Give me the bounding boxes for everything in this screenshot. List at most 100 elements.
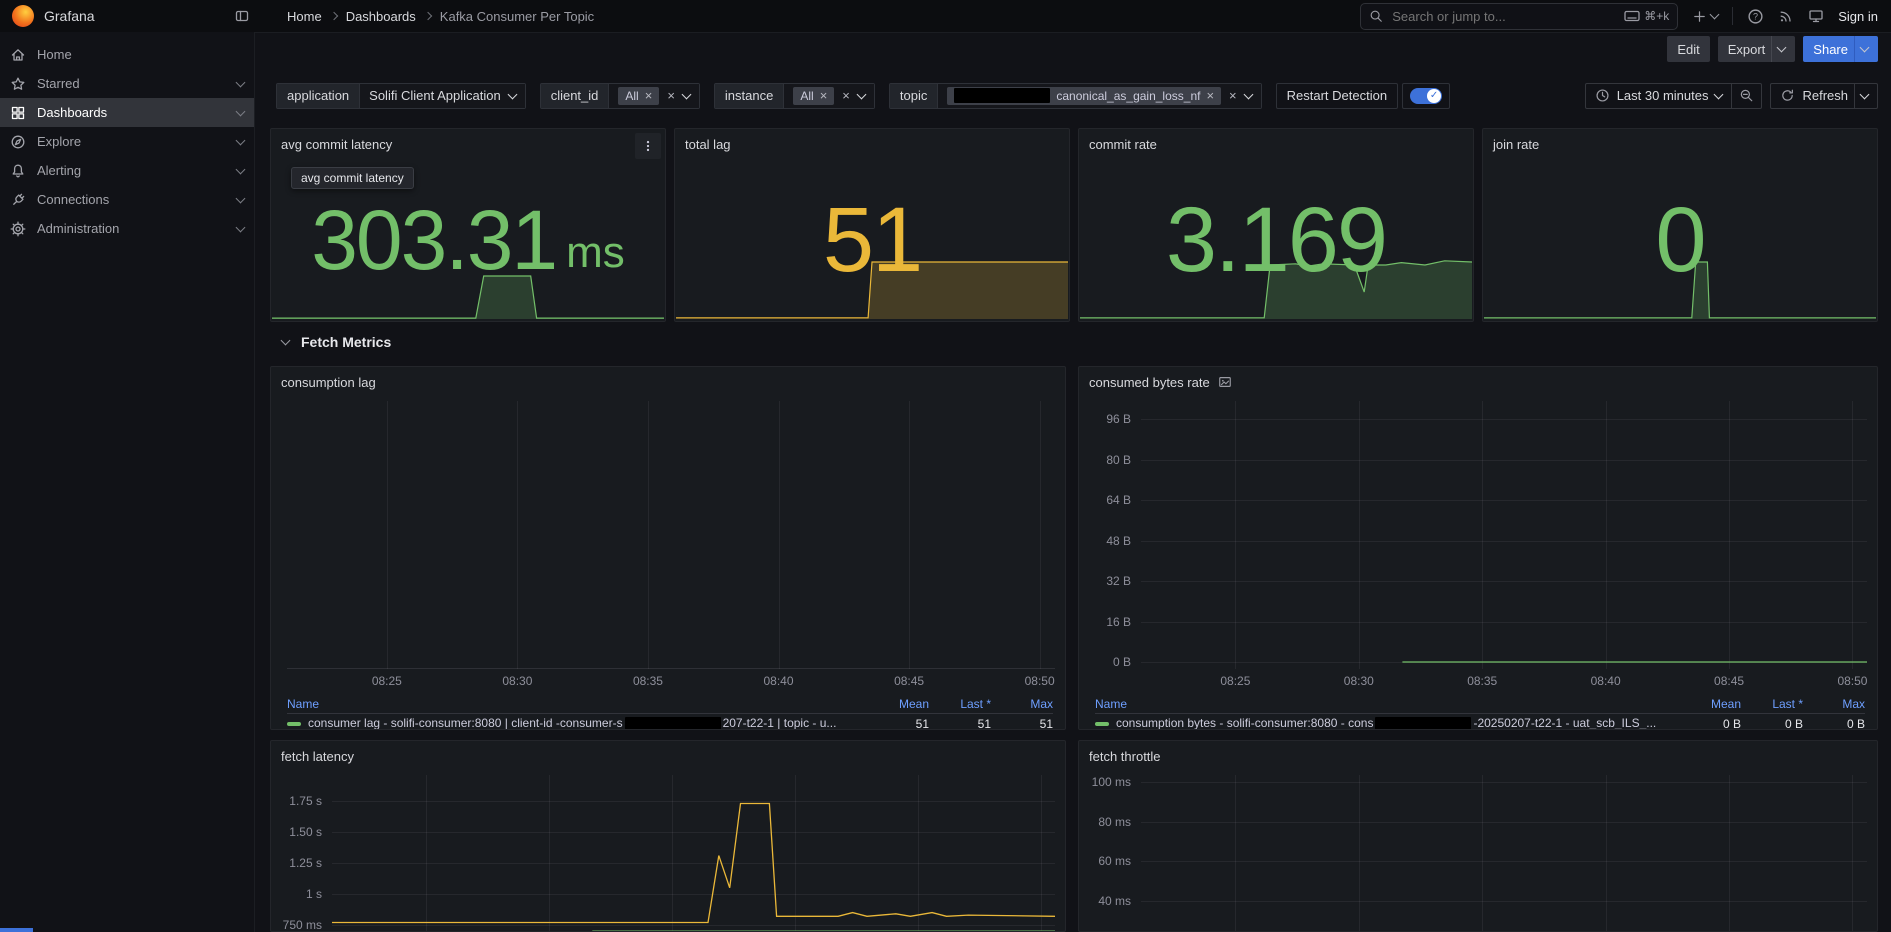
button-divider xyxy=(1854,36,1855,62)
remove-icon[interactable]: × xyxy=(645,89,653,102)
legend-row[interactable]: consumption bytes - solifi-consumer:8080… xyxy=(1095,714,1865,730)
legend-header[interactable]: Mean xyxy=(867,697,929,711)
x-axis-label: 08:40 xyxy=(749,674,809,688)
stat-value: 3.169 xyxy=(1166,188,1386,293)
x-axis-label: 08:30 xyxy=(487,674,547,688)
y-axis-label: 80 B xyxy=(1079,453,1131,467)
news-rss-icon[interactable] xyxy=(1778,8,1794,24)
panel-title[interactable]: fetch latency xyxy=(281,749,354,764)
top-nav: Grafana Home Dashboards Kafka Consumer P… xyxy=(0,0,1891,33)
y-axis-label: 1 s xyxy=(271,887,322,901)
zoom-out-time-button[interactable] xyxy=(1732,83,1762,109)
clear-icon[interactable]: × xyxy=(1229,89,1237,102)
edit-button[interactable]: Edit xyxy=(1667,36,1709,62)
sidebar-item-home[interactable]: Home xyxy=(0,40,254,69)
chevron-down-icon[interactable] xyxy=(1860,43,1870,53)
row-fetch-metrics[interactable]: Fetch Metrics xyxy=(282,334,391,350)
breadcrumb-home[interactable]: Home xyxy=(287,9,322,24)
sidebar-nav: HomeStarredDashboardsExploreAlertingConn… xyxy=(0,32,255,932)
sidebar-item-connections[interactable]: Connections xyxy=(0,185,254,214)
panel-menu-icon[interactable] xyxy=(635,133,661,159)
sidebar-item-administration[interactable]: Administration xyxy=(0,214,254,243)
star-icon xyxy=(10,76,26,92)
panel-join-rate: join rate 0 xyxy=(1482,128,1878,322)
panel-title[interactable]: consumption lag xyxy=(281,375,376,390)
y-axis-label: 0 B xyxy=(1079,655,1131,669)
search-box[interactable]: ⌘+k xyxy=(1360,3,1678,30)
legend-value: 51 xyxy=(867,717,929,730)
value-chip[interactable]: All× xyxy=(618,87,659,105)
legend-header[interactable]: Name xyxy=(1095,697,1679,711)
filter-instance: instance All× × xyxy=(714,83,875,109)
keyboard-shortcut: ⌘+k xyxy=(1624,9,1669,23)
y-axis-label: 96 B xyxy=(1079,412,1131,426)
sidebar-item-alerting[interactable]: Alerting xyxy=(0,156,254,185)
chevron-down-icon xyxy=(1714,89,1724,99)
plot-area xyxy=(271,775,1055,932)
variables-bar: application Solifi Client Application cl… xyxy=(276,82,1878,109)
magnifier-minus-icon xyxy=(1739,88,1754,103)
breadcrumb-dashboards[interactable]: Dashboards xyxy=(346,9,416,24)
refresh-button[interactable]: Refresh xyxy=(1770,83,1878,109)
chevron-down-icon xyxy=(236,77,246,87)
topic-select[interactable]: canonical_as_gain_loss_nf × × xyxy=(938,84,1260,108)
help-icon[interactable]: ? xyxy=(1747,8,1764,25)
legend-header[interactable]: Max xyxy=(991,697,1053,711)
panel-title[interactable]: total lag xyxy=(685,137,731,152)
legend-header[interactable]: Last * xyxy=(1741,697,1803,711)
redacted-text xyxy=(625,717,721,730)
filter-topic: topic canonical_as_gain_loss_nf × × xyxy=(889,83,1262,109)
panel-title[interactable]: join rate xyxy=(1493,137,1539,152)
remove-icon[interactable]: × xyxy=(820,89,828,102)
y-axis-label: 40 ms xyxy=(1079,894,1131,908)
clear-icon[interactable]: × xyxy=(667,89,675,102)
legend-header[interactable]: Max xyxy=(1803,697,1865,711)
panel-title[interactable]: fetch throttle xyxy=(1089,749,1161,764)
display-icon[interactable] xyxy=(1808,8,1824,24)
apps-icon xyxy=(10,105,26,121)
panel-title[interactable]: avg commit latency xyxy=(281,137,392,152)
sidebar-item-starred[interactable]: Starred xyxy=(0,69,254,98)
export-button[interactable]: Export xyxy=(1718,36,1796,62)
chevron-down-icon[interactable] xyxy=(1860,89,1870,99)
share-button[interactable]: Share xyxy=(1803,36,1878,62)
panel-fetch-throttle: fetch throttle 100 ms80 ms60 ms40 ms xyxy=(1078,740,1878,932)
legend-header[interactable]: Last * xyxy=(929,697,991,711)
redacted-text xyxy=(954,88,1050,103)
value-chip[interactable]: All× xyxy=(793,87,834,105)
series-swatch xyxy=(1095,722,1109,726)
clear-icon[interactable]: × xyxy=(842,89,850,102)
panel-consumption-lag: consumption lag NameMeanLast *Max consume… xyxy=(270,366,1066,730)
dock-menu-icon[interactable] xyxy=(231,5,253,27)
search-input[interactable] xyxy=(1390,8,1617,25)
x-axis-label: 08:25 xyxy=(357,674,417,688)
legend-header[interactable]: Mean xyxy=(1679,697,1741,711)
restart-detection-toggle[interactable]: ✓ xyxy=(1410,88,1442,104)
client-id-select[interactable]: All× × xyxy=(609,84,699,108)
legend-header[interactable]: Name xyxy=(287,697,867,711)
time-range-picker[interactable]: Last 30 minutes xyxy=(1585,83,1733,109)
panel-fetch-latency: fetch latency 1.75 s1.50 s1.25 s1 s750 m… xyxy=(270,740,1066,932)
breadcrumb-separator-icon xyxy=(329,12,337,20)
remove-icon[interactable]: × xyxy=(1206,89,1214,102)
svg-text:?: ? xyxy=(1753,11,1758,21)
value-chip[interactable]: canonical_as_gain_loss_nf × xyxy=(947,87,1221,105)
panel-links-icon[interactable] xyxy=(1218,375,1232,389)
legend: NameMeanLast *Max consumption bytes - sol… xyxy=(1095,695,1865,730)
add-new-button[interactable] xyxy=(1692,9,1718,24)
sidebar-item-explore[interactable]: Explore xyxy=(0,127,254,156)
sidebar-item-label: Administration xyxy=(37,221,226,236)
legend-row[interactable]: consumer lag - solifi-consumer:8080 | cl… xyxy=(287,714,1053,730)
legend-value: 0 B xyxy=(1803,717,1865,730)
grafana-logo-icon[interactable] xyxy=(12,5,34,27)
chevron-down-icon[interactable] xyxy=(1777,43,1787,53)
panel-title[interactable]: consumed bytes rate xyxy=(1089,375,1210,390)
panel-title[interactable]: commit rate xyxy=(1089,137,1157,152)
instance-select[interactable]: All× × xyxy=(784,84,874,108)
scroll-indicator[interactable] xyxy=(0,928,33,932)
dashboard-toolbar: Edit Export Share xyxy=(1667,36,1878,62)
sidebar-item-dashboards[interactable]: Dashboards xyxy=(0,98,254,127)
filter-client-id: client_id All× × xyxy=(540,83,700,109)
sign-in-button[interactable]: Sign in xyxy=(1838,9,1878,24)
application-select[interactable]: Solifi Client Application xyxy=(360,84,525,108)
